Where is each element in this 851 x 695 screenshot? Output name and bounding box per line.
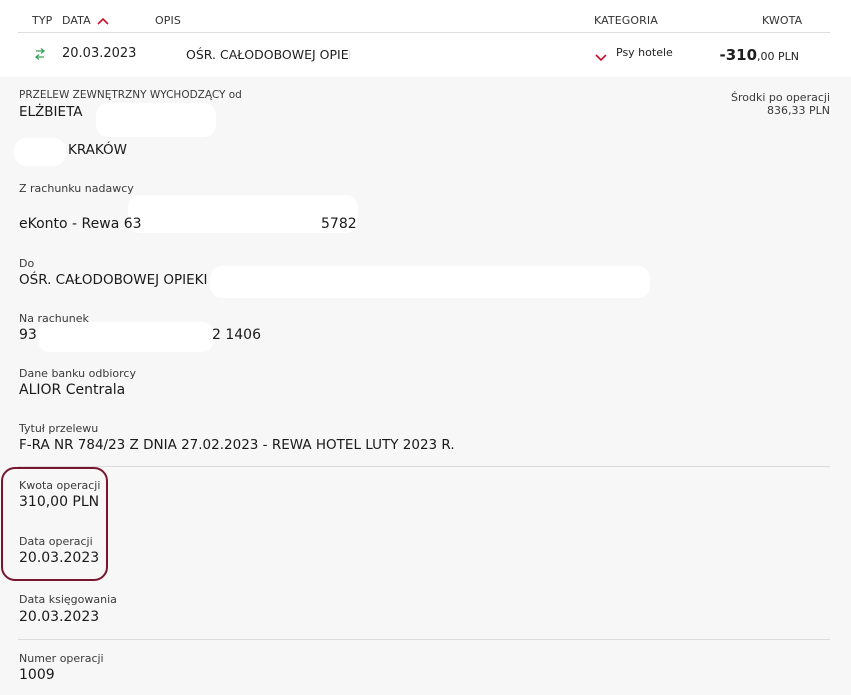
column-header-data[interactable]: DATA	[62, 14, 109, 27]
from-account-suffix: 5782	[321, 216, 357, 232]
booking-date-value: 20.03.2023	[19, 609, 100, 625]
amount-integer: -310	[719, 46, 758, 64]
title-label: Tytuł przelewu	[19, 422, 99, 435]
operation-number-value: 1009	[19, 667, 55, 683]
bank-value: ALIOR Centrala	[19, 382, 126, 398]
operation-date-label: Data operacji	[19, 535, 93, 548]
to-label: Do	[19, 257, 35, 270]
divider	[18, 639, 830, 640]
operation-date-value: 20.03.2023	[19, 550, 100, 566]
to-account-prefix: 93	[19, 327, 37, 343]
sender-city: KRAKÓW	[68, 142, 128, 158]
title-value: F-RA NR 784/23 Z DNIA 27.02.2023 - REWA …	[19, 437, 455, 453]
sort-ascending-icon[interactable]	[97, 15, 109, 28]
amount-label: Kwota operacji	[19, 479, 101, 492]
transaction-details-panel	[0, 77, 851, 695]
bank-label: Dane banku odbiorcy	[19, 367, 136, 380]
redacted-area	[38, 322, 214, 352]
transfer-arrows-icon	[34, 46, 46, 65]
column-header-opis[interactable]: OPIS	[155, 14, 181, 27]
category-label[interactable]: Psy hotele	[616, 46, 673, 59]
redacted-area	[96, 103, 216, 137]
sender-name: ELŻBIETA	[19, 104, 83, 120]
column-header-kwota[interactable]: KWOTA	[762, 14, 802, 27]
balance-value: 836,33 PLN	[767, 104, 830, 117]
table-header: TYP DATA OPIS KATEGORIA KWOTA	[0, 0, 851, 32]
transaction-row[interactable]: 20.03.2023 OŚR. CAŁODOBOWEJ OPIEKI Psy h…	[18, 32, 830, 78]
column-header-kategoria[interactable]: KATEGORIA	[594, 14, 658, 27]
category-chevron-icon[interactable]	[595, 47, 607, 66]
column-header-typ[interactable]: TYP	[32, 14, 52, 27]
to-account-suffix: 2 1406	[212, 327, 261, 343]
amount-decimal: ,00 PLN	[757, 50, 799, 63]
transaction-description: OŚR. CAŁODOBOWEJ OPIEKI	[186, 47, 361, 62]
to-value: OŚR. CAŁODOBOWEJ OPIEKI	[19, 272, 208, 288]
redacted-area	[14, 138, 66, 166]
transfer-type-label: PRZELEW ZEWNĘTRZNY WYCHODZĄCY od	[19, 89, 242, 101]
transaction-date: 20.03.2023	[62, 46, 137, 61]
booking-date-label: Data księgowania	[19, 593, 117, 606]
from-account-name: eKonto - Rewa 63	[19, 216, 142, 232]
transaction-amount: -310,00 PLN	[719, 45, 799, 64]
amount-value: 310,00 PLN	[19, 494, 100, 510]
balance-label: Środki po operacji	[730, 91, 830, 104]
column-header-data-label: DATA	[62, 14, 91, 27]
redacted-area	[210, 266, 650, 298]
redacted-area	[350, 38, 526, 72]
operation-number-label: Numer operacji	[19, 652, 104, 665]
from-account-label: Z rachunku nadawcy	[19, 182, 134, 195]
divider	[18, 466, 830, 467]
